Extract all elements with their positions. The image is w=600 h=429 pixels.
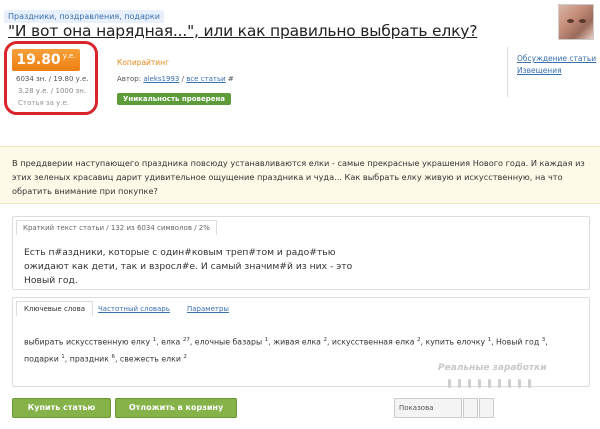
keyword: свежесть елки	[119, 354, 181, 364]
author-label: Автор:	[117, 75, 142, 83]
author-line: Автор: aleks1993 / все статьи #	[117, 75, 234, 83]
add-to-cart-button[interactable]: Отложить в корзину	[115, 398, 237, 418]
all-articles-icon[interactable]: #	[228, 75, 234, 83]
watermark-figure	[518, 379, 521, 388]
keyword-count: 3	[541, 337, 546, 343]
description-box: В преддверии наступающего праздника повс…	[0, 146, 600, 204]
keyword-count: 1	[61, 353, 65, 360]
buy-article-button[interactable]: Купить статью	[12, 398, 111, 418]
keyword: живая елка	[273, 337, 321, 347]
price-per-chars: 6034 зн. / 19.80 у.е.	[16, 75, 89, 83]
uniqueness-badge: Уникальность проверена	[117, 93, 232, 105]
watermark-figure	[448, 379, 451, 388]
tab-short-text[interactable]: Краткий текст статьи / 132 из 6034 симво…	[16, 220, 217, 235]
keyword: Новый год	[496, 337, 540, 347]
side-divider	[507, 47, 508, 97]
avatar-eye	[579, 19, 586, 23]
watermark-logo: Реальные заработки	[434, 359, 590, 403]
short-text-content: Есть п#аздники, которые с один#ковым тре…	[24, 247, 353, 286]
author-link[interactable]: aleks1993	[143, 75, 179, 83]
watermark-figure	[498, 379, 501, 388]
tab-keywords[interactable]: Ключевые слова	[16, 301, 93, 316]
avatar-eye	[567, 19, 574, 23]
keyword: искусственная елка	[331, 337, 415, 347]
article-title[interactable]: "И вот она нарядная...", или как правиль…	[8, 22, 477, 40]
discussion-link[interactable]: Обсуждение статьи	[517, 54, 596, 63]
show-dropdown[interactable]: Показова	[394, 398, 462, 418]
keyword-count: 2	[183, 353, 187, 360]
watermark-figure	[478, 379, 481, 388]
watermark-figure	[508, 379, 511, 388]
tab-parameters[interactable]: Параметры	[187, 305, 229, 313]
author-separator: /	[181, 75, 184, 83]
keyword-count: 2	[417, 337, 421, 343]
price-value: 19.80	[16, 52, 61, 68]
watermark-figure	[468, 379, 471, 388]
keyword-count: 6	[111, 353, 115, 360]
watermark-figure	[488, 379, 491, 388]
price-per-thousand: 3.28 у.е. / 1000 зн.	[18, 87, 87, 95]
price-badge: 19.80 у.е.	[12, 49, 80, 71]
article-type: Копирайтинг	[117, 58, 170, 67]
keyword-count: 1	[152, 337, 157, 343]
price-currency: у.е.	[62, 52, 76, 60]
price-note: Статья за у.е.	[18, 99, 70, 107]
toolbar-button[interactable]	[463, 398, 478, 418]
keyword: купить елочку	[425, 337, 486, 347]
tab-frequency-dictionary[interactable]: Частотный словарь	[98, 305, 170, 313]
description-text: В преддверии наступающего праздника повс…	[12, 158, 585, 196]
keyword-count: 27	[182, 337, 190, 343]
watermark-text: Реальные заработки	[438, 363, 547, 373]
keyword-count: 1	[487, 337, 492, 343]
keyword-count: 2	[323, 337, 327, 343]
author-avatar[interactable]	[558, 4, 594, 40]
notifications-link[interactable]: Извещения	[517, 66, 562, 75]
watermark-figure	[458, 379, 461, 388]
keyword: елка	[161, 337, 181, 347]
keyword: елочные базары	[194, 337, 263, 347]
all-articles-link[interactable]: все статьи	[186, 75, 225, 83]
keyword-count: 1	[264, 337, 269, 343]
toolbar-button[interactable]	[479, 398, 494, 418]
watermark-figure	[528, 379, 531, 388]
keyword: праздник	[69, 354, 109, 364]
keyword: подарки	[24, 354, 59, 364]
keyword: выбирать искусственную елку	[24, 337, 151, 347]
